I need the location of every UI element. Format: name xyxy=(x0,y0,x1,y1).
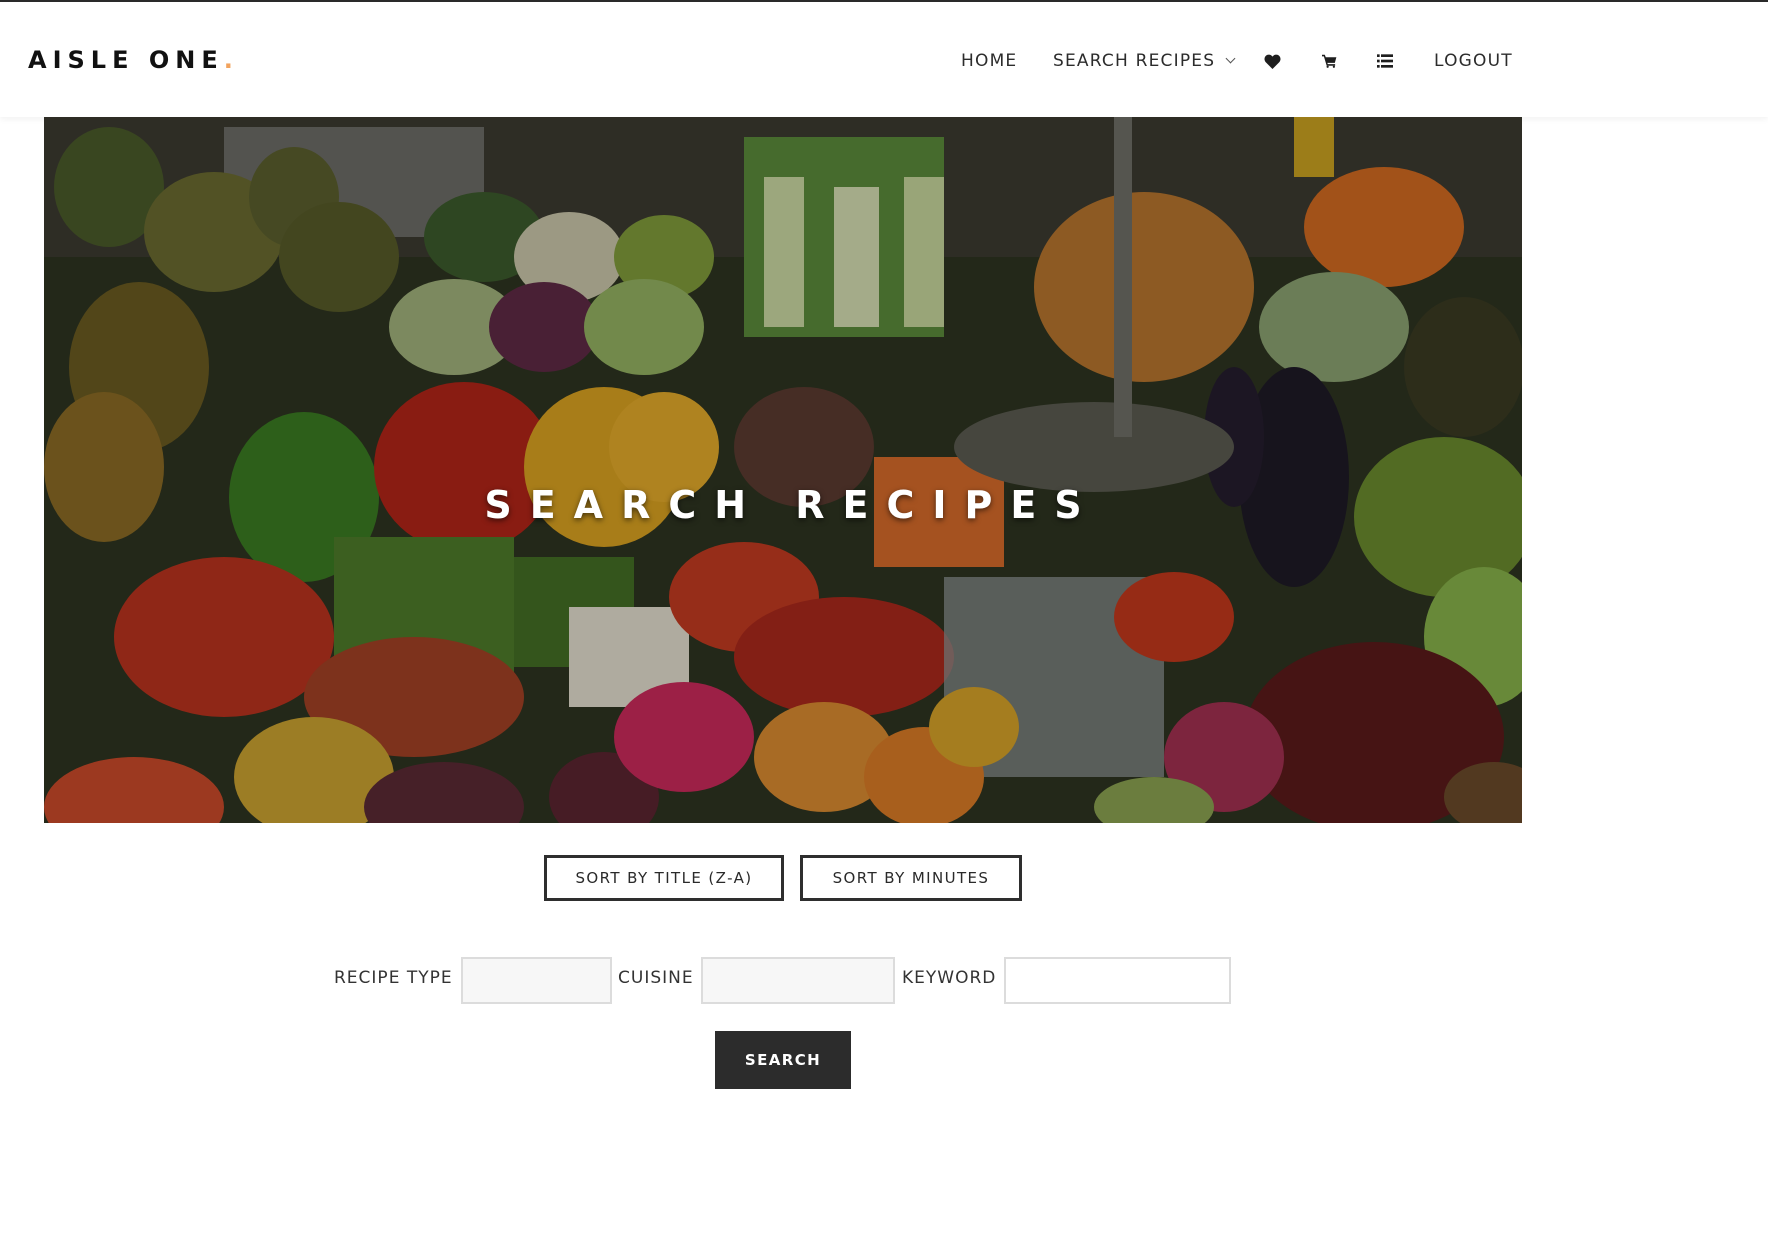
nav-logout-link[interactable]: LOGOUT xyxy=(1434,49,1513,73)
search-button[interactable]: SEARCH xyxy=(715,1031,851,1089)
site-header: AISLE ONE. HOME SEARCH RECIPES LOGOUT xyxy=(0,2,1768,117)
main-nav: HOME SEARCH RECIPES LOGOUT xyxy=(0,49,1768,73)
nav-search-recipes-label: SEARCH RECIPES xyxy=(1053,51,1216,71)
recipe-type-input[interactable] xyxy=(461,957,612,1004)
heart-icon[interactable] xyxy=(1261,49,1283,73)
hero-banner: SEARCH RECIPES xyxy=(44,117,1522,823)
cart-icon[interactable] xyxy=(1318,49,1340,73)
nav-search-recipes-dropdown[interactable]: SEARCH RECIPES xyxy=(1053,49,1236,73)
cuisine-input[interactable] xyxy=(701,957,895,1004)
hero-title: SEARCH RECIPES xyxy=(484,483,1100,527)
sort-by-minutes-button[interactable]: SORT BY MINUTES xyxy=(800,855,1022,901)
recipe-type-label: RECIPE TYPE xyxy=(334,968,453,988)
keyword-input[interactable] xyxy=(1004,957,1231,1004)
list-icon[interactable] xyxy=(1374,49,1396,73)
sort-by-title-button[interactable]: SORT BY TITLE (Z-A) xyxy=(544,855,784,901)
chevron-down-icon xyxy=(1225,53,1236,64)
keyword-label: KEYWORD xyxy=(902,968,997,988)
nav-home-link[interactable]: HOME xyxy=(961,49,1017,73)
hero-overlay xyxy=(44,117,1522,823)
cuisine-label: CUISINE xyxy=(618,968,694,988)
